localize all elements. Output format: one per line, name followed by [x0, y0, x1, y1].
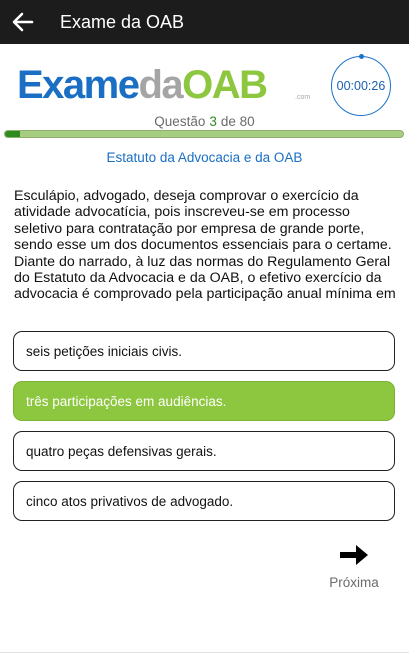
- arrow-right-icon: [340, 545, 368, 565]
- progress-bar: [4, 130, 404, 138]
- question-counter-separator: de: [220, 114, 236, 129]
- answer-option-3[interactable]: quatro peças defensivas gerais.: [13, 431, 395, 471]
- app-title: Exame da OAB: [60, 11, 185, 32]
- next-label: Próxima: [329, 575, 379, 590]
- question-text: Esculápio, advogado, deseja comprovar o …: [14, 188, 396, 303]
- logo-text-oab: OAB: [182, 63, 267, 104]
- answer-option-label: seis petições iniciais civis.: [26, 343, 183, 359]
- question-counter: Questão 3 de 80: [0, 114, 409, 129]
- timer-value: 00:00:26: [336, 79, 386, 93]
- exame-da-oab-logo: ExamedaOAB .com: [17, 63, 310, 104]
- svg-text:ExamedaOAB: ExamedaOAB: [17, 63, 267, 104]
- answer-option-label: quatro peças defensivas gerais.: [26, 443, 217, 459]
- timer-indicator-dot: [359, 54, 364, 59]
- next-button[interactable]: Próxima: [322, 542, 386, 594]
- arrow-left-icon: [12, 12, 34, 32]
- answer-option-label: cinco atos privativos de advogado.: [26, 493, 234, 509]
- logo-suffix: .com: [295, 94, 310, 101]
- progress-fill: [5, 131, 20, 137]
- logo-text-da: da: [138, 63, 184, 104]
- answer-option-1[interactable]: seis petições iniciais civis.: [13, 331, 395, 371]
- app-bar: Exame da OAB: [0, 0, 409, 44]
- logo-text-exame: Exame: [17, 63, 139, 104]
- back-button[interactable]: [0, 0, 46, 44]
- answer-option-2[interactable]: três participações em audiências.: [13, 381, 395, 421]
- question-total: 80: [239, 114, 255, 129]
- subject-title: Estatuto da Advocacia e da OAB: [106, 150, 303, 165]
- answer-option-label: três participações em audiências.: [26, 393, 227, 409]
- timer: 00:00:26: [331, 54, 391, 116]
- question-current: 3: [209, 114, 217, 129]
- bottom-divider: [0, 652, 409, 653]
- answer-option-4[interactable]: cinco atos privativos de advogado.: [13, 481, 395, 521]
- question-counter-label: Questão: [154, 114, 206, 129]
